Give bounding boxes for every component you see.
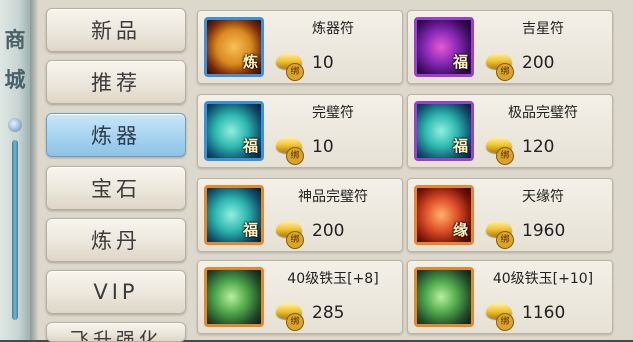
item-card[interactable]: 福 神品完璧符 绑 200: [197, 178, 403, 252]
item-card[interactable]: 福 完璧符 绑 10: [197, 94, 403, 168]
bound-gold-icon: 绑: [486, 219, 514, 249]
item-card[interactable]: 40级铁玉[+8] 绑 285: [197, 260, 403, 334]
shop-title-strip: 商 城: [0, 0, 31, 340]
item-price: 10: [312, 53, 334, 73]
bound-gold-icon: 绑: [276, 301, 304, 331]
shop-title-char-1: 商: [4, 27, 26, 52]
item-price: 285: [312, 303, 345, 323]
item-icon-frame[interactable]: [204, 267, 264, 327]
bound-gold-icon: 绑: [486, 135, 514, 165]
tab-recommended[interactable]: 推荐: [46, 60, 186, 104]
scroll-rod: [12, 140, 18, 320]
tab-gems[interactable]: 宝石: [46, 166, 186, 210]
bind-badge: 绑: [496, 147, 514, 165]
bound-gold-icon: 绑: [276, 51, 304, 81]
green-jade-icon: [207, 270, 261, 324]
bind-badge: 绑: [496, 313, 514, 331]
bound-gold-icon: 绑: [276, 135, 304, 165]
bound-gold-icon: 绑: [486, 301, 514, 331]
green-jade-icon: [417, 270, 471, 324]
item-name: 40级铁玉[+8]: [287, 271, 379, 287]
item-card[interactable]: 缘 天缘符 绑 1960: [407, 178, 613, 252]
item-name: 天缘符: [522, 189, 564, 205]
tab-refine[interactable]: 炼器: [46, 113, 186, 157]
tab-new[interactable]: 新品: [46, 8, 186, 52]
bound-gold-icon: 绑: [276, 219, 304, 249]
bind-badge: 绑: [286, 63, 304, 81]
item-name: 完璧符: [312, 105, 354, 121]
item-card[interactable]: 福 极品完璧符 绑 120: [407, 94, 613, 168]
bind-badge: 绑: [286, 147, 304, 165]
item-icon-glyph: 福: [452, 137, 468, 155]
tab-vip[interactable]: VIP: [46, 270, 186, 314]
item-price: 120: [522, 137, 555, 157]
item-card[interactable]: 炼 炼器符 绑 10: [197, 10, 403, 84]
bind-badge: 绑: [496, 63, 514, 81]
tab-ascension[interactable]: 飞升强化: [46, 322, 186, 342]
bind-badge: 绑: [286, 231, 304, 249]
item-price: 10: [312, 137, 334, 157]
item-price: 1960: [522, 221, 566, 241]
item-icon-frame[interactable]: 炼: [204, 17, 264, 77]
panel-edge: [30, 0, 38, 340]
tab-alchemy[interactable]: 炼丹: [46, 218, 186, 262]
item-price: 1160: [522, 303, 566, 323]
item-icon-frame[interactable]: 缘: [414, 185, 474, 245]
item-icon-glyph: 福: [452, 53, 468, 71]
bind-badge: 绑: [286, 313, 304, 331]
item-icon-frame[interactable]: 福: [204, 185, 264, 245]
item-name: 吉星符: [522, 21, 564, 37]
item-name: 40级铁玉[+10]: [492, 271, 594, 287]
item-icon-glyph: 福: [242, 221, 258, 239]
item-icon-glyph: 炼: [242, 53, 258, 71]
item-card[interactable]: 福 吉星符 绑 200: [407, 10, 613, 84]
item-price: 200: [522, 53, 555, 73]
item-name: 极品完璧符: [508, 105, 578, 121]
item-icon-frame[interactable]: 福: [204, 101, 264, 161]
bound-gold-icon: 绑: [486, 51, 514, 81]
item-card[interactable]: 40级铁玉[+10] 绑 1160: [407, 260, 613, 334]
item-icon-glyph: 缘: [452, 221, 468, 239]
item-icon-glyph: 福: [242, 137, 258, 155]
item-name: 炼器符: [312, 21, 354, 37]
item-icon-frame[interactable]: [414, 267, 474, 327]
scroll-knob-icon: [8, 118, 22, 132]
item-icon-frame[interactable]: 福: [414, 101, 474, 161]
shop-title-char-2: 城: [4, 67, 26, 92]
item-price: 200: [312, 221, 345, 241]
item-icon-frame[interactable]: 福: [414, 17, 474, 77]
item-name: 神品完璧符: [298, 189, 368, 205]
bind-badge: 绑: [496, 231, 514, 249]
